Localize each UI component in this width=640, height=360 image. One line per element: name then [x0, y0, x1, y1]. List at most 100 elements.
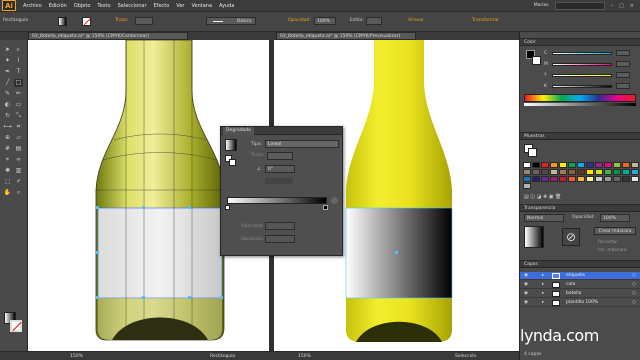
invert-mask-label[interactable]: Inv. máscara: [598, 248, 627, 253]
swatch[interactable]: [559, 162, 567, 168]
gradient-type-select[interactable]: Lineal: [265, 140, 339, 148]
transform-link[interactable]: Transformar: [472, 18, 499, 23]
swatch[interactable]: [577, 169, 585, 175]
mask-thumbnail[interactable]: [524, 226, 544, 248]
create-mask-button[interactable]: Crear máscara: [594, 227, 636, 235]
close-icon[interactable]: ×: [630, 3, 634, 9]
visibility-eye-icon[interactable]: ◉: [524, 272, 528, 280]
layer-row-plantilla[interactable]: ◉ ▸ plantilla 100% ○: [520, 299, 640, 307]
zoom-left[interactable]: 150%: [70, 354, 83, 359]
mesh-icon[interactable]: #: [3, 145, 12, 153]
fill-swatch[interactable]: [58, 17, 67, 26]
zoom-right[interactable]: 150%: [298, 354, 311, 359]
swatch[interactable]: [523, 176, 531, 182]
swatch[interactable]: [550, 162, 558, 168]
value-c[interactable]: [616, 50, 630, 56]
swatch[interactable]: [532, 162, 540, 168]
swatch[interactable]: [631, 162, 639, 168]
blend-icon[interactable]: ∞: [14, 156, 23, 164]
tab-document-outline[interactable]: 03_Botella_etiqueta.ai* @ 150% (CMYK/Con…: [28, 32, 188, 40]
expand-triangle-icon[interactable]: ▸: [542, 299, 544, 307]
expand-triangle-icon[interactable]: ▸: [542, 290, 544, 298]
value-k[interactable]: [616, 83, 630, 89]
menu-texto[interactable]: Texto: [97, 3, 110, 9]
tab-document-preview[interactable]: 03_Botella_etiqueta.ai* @ 150% (CMYK/Pre…: [276, 32, 416, 40]
swatch[interactable]: [523, 183, 531, 189]
type-icon[interactable]: T: [14, 68, 23, 76]
swatch[interactable]: [613, 169, 621, 175]
swatch[interactable]: [559, 176, 567, 182]
swatch[interactable]: [523, 169, 531, 175]
stop-opacity-field[interactable]: [265, 222, 295, 230]
layer-name[interactable]: cola: [566, 281, 575, 289]
menu-edicion[interactable]: Edición: [49, 3, 67, 9]
swatch[interactable]: [604, 169, 612, 175]
slider-k[interactable]: [552, 85, 612, 88]
maximize-icon[interactable]: □: [619, 3, 624, 9]
selection-tool-icon[interactable]: ➤: [3, 46, 12, 54]
line-icon[interactable]: ╱: [3, 79, 12, 87]
visibility-eye-icon[interactable]: ◉: [524, 281, 528, 289]
swatch[interactable]: [541, 162, 549, 168]
stroke-swatch[interactable]: [82, 17, 92, 26]
menu-efecto[interactable]: Efecto: [154, 3, 170, 9]
expand-triangle-icon[interactable]: ▸: [542, 281, 544, 289]
menu-seleccionar[interactable]: Seleccionar: [118, 3, 147, 9]
swatch[interactable]: [523, 162, 531, 168]
swatch[interactable]: [541, 169, 549, 175]
swatch[interactable]: [586, 169, 594, 175]
color-panel-header[interactable]: Color: [520, 38, 640, 46]
clip-checkbox-label[interactable]: Recortar: [598, 240, 617, 245]
eyedropper-icon[interactable]: ⌖: [3, 156, 12, 164]
layer-row-etiqueta[interactable]: ◉ ▸ etiqueta ○: [520, 272, 640, 280]
swatch[interactable]: [577, 176, 585, 182]
slider-c[interactable]: [552, 52, 612, 55]
swatch[interactable]: [604, 176, 612, 182]
gradient-tool-icon[interactable]: ▤: [14, 145, 23, 153]
magic-wand-icon[interactable]: ✦: [3, 57, 12, 65]
swatch[interactable]: [613, 162, 621, 168]
free-transform-icon[interactable]: ⌗: [14, 123, 23, 131]
swatch[interactable]: [622, 176, 630, 182]
layers-panel-header[interactable]: Capas: [520, 260, 640, 268]
layer-name[interactable]: botella: [566, 290, 581, 298]
swatch[interactable]: [586, 176, 594, 182]
swatch[interactable]: [550, 169, 558, 175]
target-icon[interactable]: ○: [632, 272, 636, 280]
layer-row-botella[interactable]: ◉ ▸ botella ○: [520, 290, 640, 298]
pen-icon[interactable]: ✒: [3, 68, 12, 76]
target-icon[interactable]: ○: [632, 299, 636, 307]
stroke-profile[interactable]: Básico: [206, 17, 256, 25]
angle-field[interactable]: 0°: [265, 165, 295, 173]
width-icon[interactable]: ⟷: [3, 123, 12, 131]
delete-stop-icon[interactable]: [331, 197, 338, 204]
rotate-icon[interactable]: ↻: [3, 112, 12, 120]
blend-mode-select[interactable]: Normal: [524, 214, 564, 222]
gradient-stop-right[interactable]: [323, 205, 328, 210]
trazo-label[interactable]: Trazo:: [115, 18, 128, 23]
slider-y[interactable]: [552, 74, 612, 77]
search-input[interactable]: [554, 1, 605, 10]
menu-objeto[interactable]: Objeto: [74, 3, 91, 9]
transparency-opacity-field[interactable]: 100%: [600, 214, 630, 222]
zoom-icon[interactable]: ⌕: [14, 189, 23, 197]
graph-icon[interactable]: ▥: [14, 167, 23, 175]
rectangle-tool-icon[interactable]: □: [14, 79, 23, 87]
swatch[interactable]: [586, 162, 594, 168]
swatch[interactable]: [622, 162, 630, 168]
target-icon[interactable]: ○: [632, 281, 636, 289]
swatch[interactable]: [568, 176, 576, 182]
visibility-eye-icon[interactable]: ◉: [524, 299, 528, 307]
workspace-user[interactable]: Marías: [534, 3, 549, 8]
lasso-icon[interactable]: ⌇: [14, 57, 23, 65]
artboard-icon[interactable]: ⬚: [3, 178, 12, 186]
stroke-gradient-options[interactable]: [267, 152, 293, 160]
opacity-field[interactable]: 100%: [314, 17, 336, 25]
visibility-eye-icon[interactable]: ◉: [524, 290, 528, 298]
menu-ventana[interactable]: Ventana: [191, 3, 212, 9]
swatch[interactable]: [559, 169, 567, 175]
transparency-panel-header[interactable]: Transparencia: [520, 204, 640, 212]
symbol-sprayer-icon[interactable]: ✺: [3, 167, 12, 175]
paintbrush-icon[interactable]: ✎: [3, 90, 12, 98]
swatch[interactable]: [577, 162, 585, 168]
